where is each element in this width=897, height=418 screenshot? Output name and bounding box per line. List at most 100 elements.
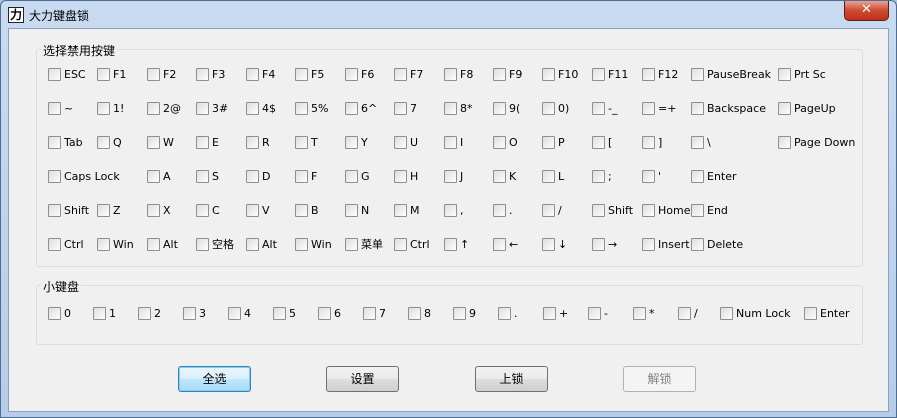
checkbox-box[interactable] (246, 67, 259, 81)
checkbox-box[interactable] (542, 101, 555, 115)
key-checkbox[interactable]: =+ (642, 100, 676, 116)
key-checkbox[interactable]: / (542, 202, 562, 218)
numpad-checkbox[interactable]: 0 (48, 305, 71, 321)
key-checkbox[interactable]: Enter (691, 168, 737, 184)
key-checkbox[interactable]: K (493, 168, 516, 184)
numpad-checkbox[interactable]: + (543, 305, 568, 321)
key-checkbox[interactable]: E (196, 134, 219, 150)
checkbox-box[interactable] (394, 67, 407, 81)
key-checkbox[interactable]: Win (97, 236, 134, 252)
key-checkbox[interactable]: F11 (592, 66, 628, 82)
key-checkbox[interactable]: N (345, 202, 369, 218)
key-checkbox[interactable]: 8* (444, 100, 473, 116)
key-checkbox[interactable]: 6^ (345, 100, 377, 116)
key-checkbox[interactable]: PageUp (778, 100, 836, 116)
key-checkbox[interactable]: D (246, 168, 270, 184)
checkbox-box[interactable] (633, 306, 646, 320)
key-checkbox[interactable]: ; (592, 168, 612, 184)
checkbox-box[interactable] (453, 306, 466, 320)
close-button[interactable]: ✕ (844, 1, 889, 21)
checkbox-box[interactable] (691, 169, 704, 183)
checkbox-box[interactable] (642, 101, 655, 115)
checkbox-box[interactable] (345, 237, 358, 251)
checkbox-box[interactable] (394, 237, 407, 251)
checkbox-box[interactable] (138, 306, 151, 320)
checkbox-box[interactable] (493, 135, 506, 149)
checkbox-box[interactable] (318, 306, 331, 320)
checkbox-box[interactable] (345, 101, 358, 115)
key-checkbox[interactable]: [ (592, 134, 612, 150)
key-checkbox[interactable]: 5% (295, 100, 328, 116)
checkbox-box[interactable] (246, 101, 259, 115)
key-checkbox[interactable]: Shift (592, 202, 633, 218)
key-checkbox[interactable]: Q (97, 134, 122, 150)
numpad-checkbox[interactable]: 7 (363, 305, 386, 321)
checkbox-box[interactable] (295, 203, 308, 217)
checkbox-box[interactable] (493, 169, 506, 183)
checkbox-box[interactable] (246, 237, 259, 251)
key-checkbox[interactable]: Win (295, 236, 332, 252)
key-checkbox[interactable]: Tab (48, 134, 83, 150)
checkbox-box[interactable] (642, 203, 655, 217)
checkbox-box[interactable] (678, 306, 691, 320)
key-checkbox[interactable]: 1! (97, 100, 124, 116)
key-checkbox[interactable]: U (394, 134, 418, 150)
checkbox-box[interactable] (542, 67, 555, 81)
checkbox-box[interactable] (778, 101, 791, 115)
checkbox-box[interactable] (196, 101, 209, 115)
key-checkbox[interactable]: ' (642, 168, 661, 184)
key-checkbox[interactable]: M (394, 202, 420, 218)
checkbox-box[interactable] (444, 203, 457, 217)
checkbox-box[interactable] (97, 67, 110, 81)
checkbox-box[interactable] (246, 203, 259, 217)
checkbox-box[interactable] (592, 237, 605, 251)
checkbox-box[interactable] (778, 67, 791, 81)
checkbox-box[interactable] (542, 237, 555, 251)
key-checkbox[interactable]: J (444, 168, 463, 184)
checkbox-box[interactable] (642, 169, 655, 183)
checkbox-box[interactable] (778, 135, 791, 149)
checkbox-box[interactable] (295, 237, 308, 251)
numpad-checkbox[interactable]: 8 (408, 305, 431, 321)
key-checkbox[interactable]: 3# (196, 100, 228, 116)
key-checkbox[interactable]: F5 (295, 66, 324, 82)
key-checkbox[interactable]: 9( (493, 100, 520, 116)
checkbox-box[interactable] (345, 169, 358, 183)
lock-button[interactable]: 上锁 (475, 366, 548, 392)
key-checkbox[interactable]: PauseBreak (691, 66, 771, 82)
numpad-checkbox[interactable]: Enter (804, 305, 850, 321)
key-checkbox[interactable]: F7 (394, 66, 423, 82)
checkbox-box[interactable] (394, 203, 407, 217)
checkbox-box[interactable] (48, 67, 61, 81)
key-checkbox[interactable]: Shift (48, 202, 89, 218)
key-checkbox[interactable]: Ctrl (394, 236, 430, 252)
checkbox-box[interactable] (196, 237, 209, 251)
key-checkbox[interactable]: W (147, 134, 174, 150)
numpad-checkbox[interactable]: Num Lock (720, 305, 791, 321)
checkbox-box[interactable] (363, 306, 376, 320)
key-checkbox[interactable]: F4 (246, 66, 275, 82)
key-checkbox[interactable]: O (493, 134, 518, 150)
key-checkbox[interactable]: ESC (48, 66, 86, 82)
checkbox-box[interactable] (97, 203, 110, 217)
checkbox-box[interactable] (592, 169, 605, 183)
key-checkbox[interactable]: -_ (592, 100, 617, 116)
key-checkbox[interactable]: C (196, 202, 220, 218)
key-checkbox[interactable]: ↑ (444, 236, 469, 252)
numpad-checkbox[interactable]: 3 (183, 305, 206, 321)
key-checkbox[interactable]: Caps Lock (48, 168, 120, 184)
checkbox-box[interactable] (228, 306, 241, 320)
checkbox-box[interactable] (97, 135, 110, 149)
numpad-checkbox[interactable]: 2 (138, 305, 161, 321)
numpad-checkbox[interactable]: 6 (318, 305, 341, 321)
checkbox-box[interactable] (147, 101, 160, 115)
checkbox-box[interactable] (720, 306, 733, 320)
numpad-checkbox[interactable]: / (678, 305, 698, 321)
checkbox-box[interactable] (48, 135, 61, 149)
key-checkbox[interactable]: 7 (394, 100, 417, 116)
checkbox-box[interactable] (642, 67, 655, 81)
checkbox-box[interactable] (592, 135, 605, 149)
checkbox-box[interactable] (246, 135, 259, 149)
key-checkbox[interactable]: F12 (642, 66, 678, 82)
key-checkbox[interactable]: ↓ (542, 236, 567, 252)
